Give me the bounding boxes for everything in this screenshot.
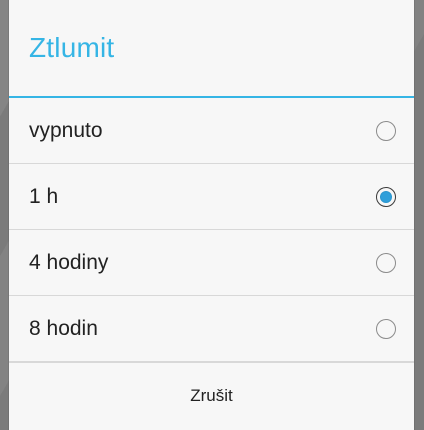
option-vypnuto[interactable]: vypnuto [9,98,414,164]
radio-button-vypnuto[interactable] [376,120,396,141]
radio-button-8-hodin[interactable] [376,318,396,339]
cancel-button[interactable]: Zrušit [9,362,414,428]
option-label: 1 h [29,184,59,208]
option-label: vypnuto [29,118,103,142]
radio-button-1h[interactable] [376,186,396,207]
option-label: 4 hodiny [29,250,109,274]
dialog-title: Ztlumit [29,32,115,63]
option-4-hodiny[interactable]: 4 hodiny [9,230,414,296]
mute-options-list: vypnuto 1 h 4 hodiny 8 hodin [9,98,414,362]
radio-selected-dot [380,190,392,203]
radio-button-4-hodiny[interactable] [376,252,396,273]
option-1h[interactable]: 1 h [9,164,414,230]
option-8-hodin[interactable]: 8 hodin [9,296,414,362]
mute-dialog: Ztlumit vypnuto 1 h 4 hodiny 8 hodin Zru… [9,0,414,430]
option-label: 8 hodin [29,316,98,340]
